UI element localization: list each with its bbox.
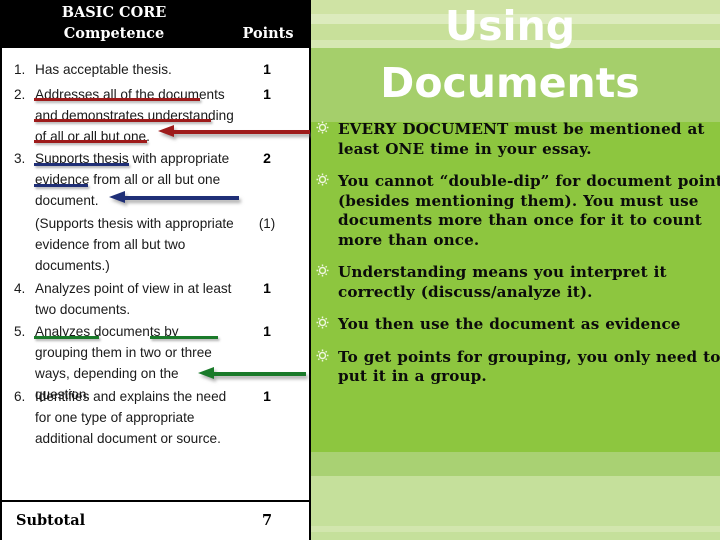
arrow-shaft <box>212 371 306 376</box>
row-points: 1 <box>263 61 271 77</box>
row-number: 6. <box>14 389 26 404</box>
annotation-underline-green <box>150 336 218 339</box>
background-band-10 <box>300 532 720 540</box>
annotation-arrow-red <box>158 125 310 138</box>
subtotal-row: Subtotal 7 <box>0 502 311 540</box>
sun-bullet-icon <box>316 263 338 277</box>
row-number: 3. <box>14 151 26 166</box>
row-text: Analyzes point of view in at least two d… <box>35 281 232 317</box>
list-item: You then use the document as evidence <box>316 315 720 335</box>
row-number: 2. <box>14 87 26 102</box>
sun-bullet-icon <box>316 120 338 134</box>
annotation-underline-red <box>34 98 200 101</box>
annotation-underline-green <box>34 336 99 339</box>
sun-bullet-icon <box>316 348 338 362</box>
row-points: 1 <box>263 323 271 339</box>
list-item-text: You cannot “double-dip” for document poi… <box>338 172 720 249</box>
row-number: 5. <box>14 324 26 339</box>
slide-title-line-1: Using <box>444 2 576 50</box>
annotation-arrow-green <box>198 367 306 380</box>
row-points: 1 <box>263 86 271 102</box>
arrow-shaft <box>172 129 310 134</box>
row-points: (1) <box>258 216 276 231</box>
column-header-points: Points <box>242 25 294 42</box>
annotation-underline-navy <box>34 184 88 187</box>
arrow-shaft <box>123 195 239 200</box>
annotation-underline-navy <box>34 163 129 166</box>
sun-bullet-icon <box>316 315 338 329</box>
bullet-list: EVERY DOCUMENT must be mentioned at leas… <box>316 120 720 400</box>
sun-bullet-icon <box>316 172 338 186</box>
row-text: Has acceptable thesis. <box>35 62 172 77</box>
row-points: 1 <box>263 280 271 296</box>
rubric-header: BASIC CORE Competence Points <box>0 0 311 48</box>
background-band-8 <box>300 476 720 526</box>
slide-canvas: Using Documents EVERY DOCUMENT must be m… <box>0 0 720 540</box>
list-item-text: To get points for grouping, you only nee… <box>338 347 720 386</box>
row-points: 1 <box>263 388 271 404</box>
row-text: Identifies and explains the need for one… <box>35 389 227 446</box>
slide-title-line-2: Documents <box>380 59 640 107</box>
background-band-7 <box>300 452 720 476</box>
row-points: 2 <box>263 150 271 166</box>
rubric-body: 1. Has acceptable thesis. 1 2. Addresses… <box>0 48 311 500</box>
list-item: Understanding means you interpret it cor… <box>316 263 720 302</box>
annotation-arrow-navy <box>109 191 239 204</box>
row-text: (Supports thesis with appropriate eviden… <box>35 216 234 273</box>
subtotal-label: Subtotal <box>16 512 86 529</box>
list-item: To get points for grouping, you only nee… <box>316 348 720 387</box>
annotation-underline-red <box>34 119 211 122</box>
subtotal-value: 7 <box>261 512 273 529</box>
slide-title: Using Documents <box>300 0 720 112</box>
annotation-underline-red <box>34 140 147 143</box>
list-item-text: EVERY DOCUMENT must be mentioned at leas… <box>338 120 711 158</box>
row-number: 1. <box>14 62 26 77</box>
list-item: You cannot “double-dip” for document poi… <box>316 172 720 250</box>
rubric-table: BASIC CORE Competence Points 1. Has acce… <box>0 0 311 540</box>
list-item-text: You then use the document as evidence <box>338 315 681 333</box>
list-item: EVERY DOCUMENT must be mentioned at leas… <box>316 120 720 159</box>
row-number: 4. <box>14 281 26 296</box>
column-header-competence: BASIC CORE Competence <box>61 4 167 42</box>
list-item-text: Understanding means you interpret it cor… <box>338 263 673 301</box>
